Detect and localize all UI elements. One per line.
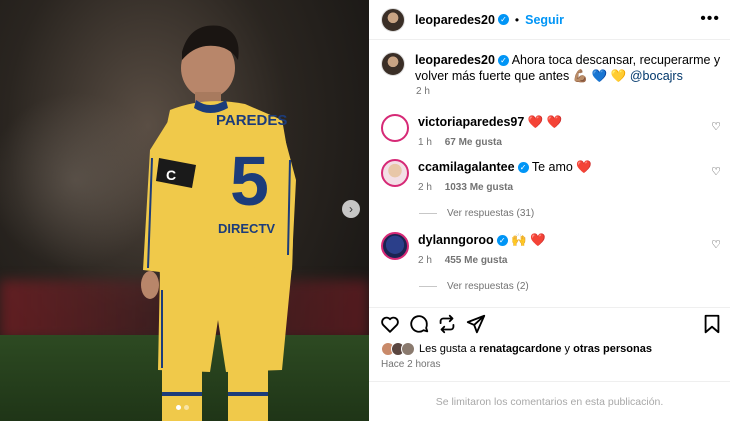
- comment-username[interactable]: dylanngoroo: [418, 233, 494, 247]
- liked-by-text: Les gusta a renatagcardone y otras perso…: [419, 343, 652, 355]
- follow-button[interactable]: Seguir: [525, 13, 564, 27]
- liker-avatar[interactable]: [401, 342, 415, 356]
- comment-username[interactable]: victoriaparedes97: [418, 115, 524, 129]
- comment-item: ccamilagalantee ✓ Te amo ❤️ 2 h 1033 Me g…: [381, 159, 721, 196]
- player-figure: C PAREDES 5 DIRECTV: [141, 25, 296, 421]
- liked-by-line[interactable]: Les gusta a renatagcardone y otras perso…: [381, 342, 652, 356]
- liked-by-user[interactable]: renatagcardone: [479, 343, 562, 355]
- comment-time[interactable]: 2 h: [418, 182, 432, 193]
- comment-avatar[interactable]: [381, 232, 409, 260]
- author-avatar[interactable]: [381, 7, 405, 32]
- comment-body: ccamilagalantee ✓ Te amo ❤️ 2 h 1033 Me g…: [418, 159, 592, 196]
- heart-icon[interactable]: [379, 313, 401, 335]
- author-username[interactable]: leoparedes20: [415, 13, 495, 27]
- share-icon[interactable]: [465, 313, 487, 335]
- post-timestamp[interactable]: Hace 2 horas: [381, 359, 440, 370]
- verified-icon: ✓: [497, 14, 509, 25]
- more-options-icon[interactable]: •••: [700, 11, 720, 27]
- comment-likes[interactable]: 1033 Me gusta: [445, 182, 513, 193]
- comment-emojis: 🙌 ❤️: [511, 233, 546, 247]
- post-header: leoparedes20 ✓ • Seguir •••: [369, 0, 730, 40]
- post-photo[interactable]: C PAREDES 5 DIRECTV ›: [0, 0, 369, 421]
- comment-text: Te amo: [531, 160, 573, 174]
- comment-likes[interactable]: 67 Me gusta: [445, 137, 502, 148]
- caption-time[interactable]: 2 h: [416, 86, 430, 97]
- liked-by-prefix: Les gusta a: [419, 343, 476, 355]
- separator: •: [514, 12, 520, 27]
- comment-time[interactable]: 1 h: [418, 137, 432, 148]
- comment-body: dylanngoroo ✓ 🙌 ❤️ 2 h 455 Me gusta: [418, 232, 546, 269]
- carousel-dots: [176, 405, 189, 410]
- heart-icon[interactable]: ♡: [711, 120, 721, 133]
- comment-avatar[interactable]: [381, 159, 409, 187]
- comment-emojis: ❤️: [576, 160, 592, 174]
- caption-username[interactable]: leoparedes20: [415, 53, 495, 67]
- action-bar: [369, 307, 730, 335]
- comment-item: dylanngoroo ✓ 🙌 ❤️ 2 h 455 Me gusta ♡: [381, 232, 721, 269]
- caption-emojis: 💪🏽 💙 💛: [572, 69, 627, 83]
- bookmark-icon[interactable]: [701, 313, 723, 335]
- jersey-number: 5: [230, 142, 269, 220]
- comment-meta: 2 h 455 Me gusta: [418, 253, 546, 269]
- liked-by-others[interactable]: otras personas: [573, 343, 652, 355]
- verified-icon: ✓: [517, 162, 529, 174]
- comment-meta: 1 h 67 Me gusta: [418, 135, 562, 151]
- replies-line: [419, 286, 437, 287]
- post-panel: leoparedes20 ✓ • Seguir ••• leoparedes20…: [369, 0, 730, 421]
- verified-icon: ✓: [497, 55, 509, 67]
- caption-text: leoparedes20 ✓ Ahora toca descansar, recu…: [415, 52, 721, 84]
- carousel-dot: [176, 405, 181, 410]
- comment-time[interactable]: 2 h: [418, 255, 432, 266]
- liked-by-joiner: y: [564, 343, 571, 355]
- heart-icon[interactable]: ♡: [711, 165, 721, 178]
- comment-avatar[interactable]: [381, 114, 409, 142]
- comment-likes[interactable]: 455 Me gusta: [445, 255, 508, 266]
- comment-emojis: ❤️ ❤️: [527, 115, 563, 129]
- heart-icon[interactable]: ♡: [711, 238, 721, 251]
- caption-mention[interactable]: @bocajrs: [630, 69, 683, 83]
- comment-icon[interactable]: [408, 313, 430, 335]
- verified-icon: ✓: [496, 235, 508, 247]
- svg-text:C: C: [166, 167, 176, 183]
- chevron-right-icon[interactable]: ›: [342, 200, 360, 218]
- comment-body: victoriaparedes97 ❤️ ❤️ 1 h 67 Me gusta: [418, 114, 562, 151]
- author-avatar[interactable]: [381, 52, 405, 76]
- jersey-name: PAREDES: [216, 112, 287, 129]
- repost-icon[interactable]: [436, 313, 458, 335]
- comment-meta: 2 h 1033 Me gusta: [418, 180, 592, 196]
- comment-item: victoriaparedes97 ❤️ ❤️ 1 h 67 Me gusta …: [381, 114, 721, 151]
- replies-line: [419, 213, 437, 214]
- carousel-dot: [184, 405, 189, 410]
- view-replies-label[interactable]: Ver respuestas (2): [447, 281, 529, 292]
- view-replies-label[interactable]: Ver respuestas (31): [447, 208, 534, 219]
- comments-limited-notice: Se limitaron los comentarios en esta pub…: [369, 381, 730, 421]
- post-caption: leoparedes20 ✓ Ahora toca descansar, recu…: [381, 52, 721, 84]
- view-replies-button[interactable]: Ver respuestas (2): [419, 281, 529, 292]
- jersey-sponsor: DIRECTV: [218, 221, 275, 236]
- view-replies-button[interactable]: Ver respuestas (31): [419, 208, 534, 219]
- comment-username[interactable]: ccamilagalantee: [418, 160, 515, 174]
